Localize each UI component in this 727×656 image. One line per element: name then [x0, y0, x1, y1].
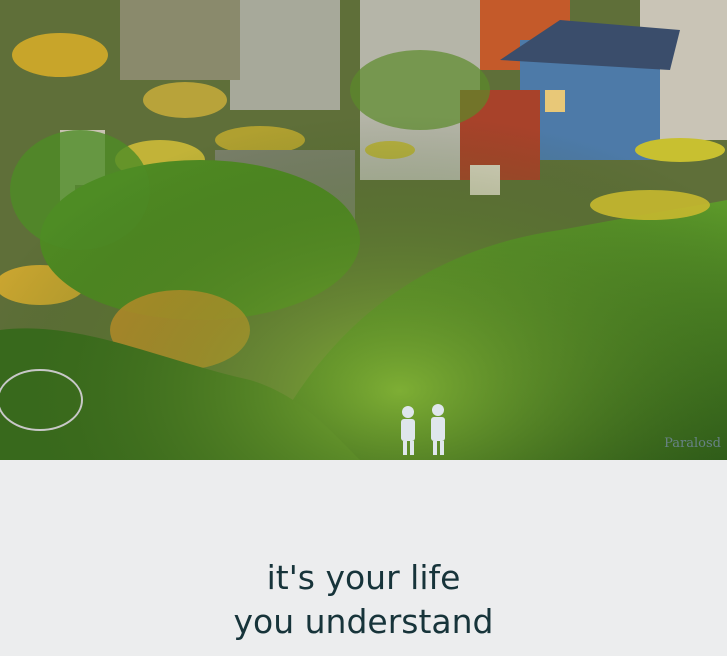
image-watermark: Paralosd: [664, 436, 721, 451]
hero-image: Paralosd: [0, 0, 727, 460]
caption-line-2: you understand: [233, 602, 494, 641]
fantasy-village-illustration: [0, 0, 727, 460]
page: Paralosd it's your life you understand: [0, 0, 727, 656]
caption-line-1: it's your life: [266, 558, 461, 597]
caption-text: it's your life you understand: [0, 556, 727, 644]
